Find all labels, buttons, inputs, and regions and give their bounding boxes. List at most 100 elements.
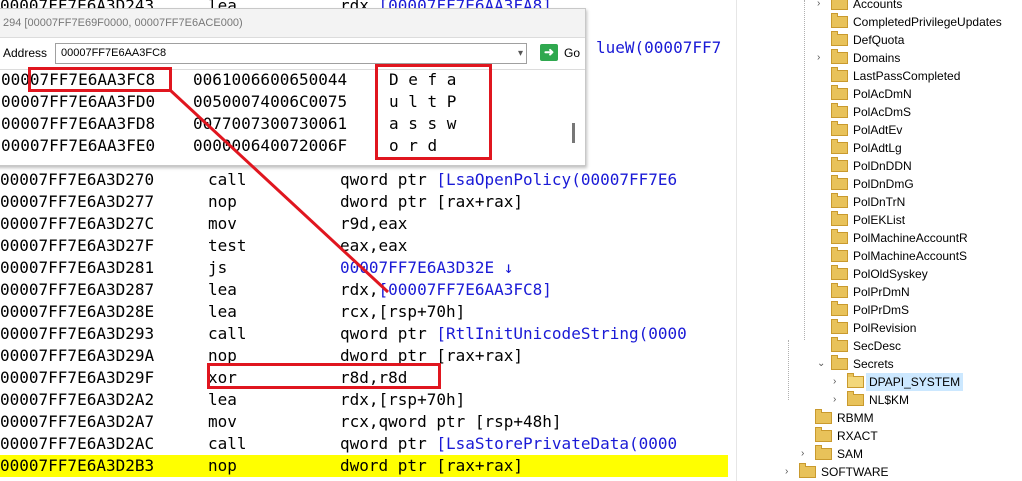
- tree-item[interactable]: RBMM: [737, 409, 1022, 427]
- instruction-mnemonic: lea: [208, 390, 237, 409]
- disasm-row[interactable]: 00007FF7E6A3D27C mov r9d,eax: [0, 213, 728, 235]
- disasm-row[interactable]: 00007FF7E6A3D2A7 mov rcx,qword ptr [rsp+48…: [0, 411, 728, 433]
- operand-link[interactable]: [LsaStorePrivateData(0000: [436, 434, 677, 453]
- tree-item[interactable]: › SAM: [737, 445, 1022, 463]
- folder-icon: [831, 229, 848, 244]
- chevron-right-icon[interactable]: ›: [817, 0, 820, 13]
- tree-item[interactable]: PolDnDDN: [737, 157, 1022, 175]
- disasm-row[interactable]: 00007FF7E6A3D287 lea rdx,[00007FF7E6AA3FC8…: [0, 279, 728, 301]
- disasm-row[interactable]: 00007FF7E6A3D2A2 lea rdx,[rsp+70h]: [0, 389, 728, 411]
- tree-item-label: PolAdtEv: [853, 123, 903, 137]
- tree-item-label: PolPrDmN: [853, 285, 910, 299]
- chevron-right-icon[interactable]: ›: [833, 391, 836, 409]
- operand-text: qword ptr: [340, 434, 437, 453]
- instruction-mnemonic: js: [208, 258, 228, 277]
- tree-item[interactable]: LastPassCompleted: [737, 67, 1022, 85]
- tree-item[interactable]: PolDnDmG: [737, 175, 1022, 193]
- chevron-down-icon[interactable]: ⌄: [817, 355, 825, 373]
- instruction-operand: qword ptr [LsaOpenPolicy(00007FF7E6: [340, 169, 677, 191]
- disasm-row[interactable]: 00007FF7E6A3D27F test eax,eax: [0, 235, 728, 257]
- chevron-down-icon[interactable]: ▾: [518, 44, 523, 63]
- tree-item[interactable]: PolMachineAccountR: [737, 229, 1022, 247]
- tree-item[interactable]: PolDnTrN: [737, 193, 1022, 211]
- instruction-operand: dword ptr [rax+rax]: [340, 455, 523, 477]
- disasm-row[interactable]: 00007FF7E6A3D2AC call qword ptr [LsaStoreP…: [0, 433, 728, 455]
- address-input[interactable]: 00007FF7E6AA3FC8 ▾: [55, 43, 527, 64]
- memory-window[interactable]: 294 [00007FF7E69F0000, 00007FF7E6ACE000)…: [0, 8, 586, 166]
- tree-item-label: PolRevision: [853, 321, 917, 335]
- go-button[interactable]: ➜ Go: [540, 43, 582, 63]
- folder-icon: [831, 67, 848, 82]
- instruction-operand: dword ptr [rax+rax]: [340, 191, 523, 213]
- disasm-row[interactable]: 00007FF7E6A3D281 js 00007FF7E6A3D32E ↓: [0, 257, 728, 279]
- scrollbar-thumb[interactable]: [572, 123, 575, 143]
- operand-text: dword ptr [rax+rax]: [340, 192, 524, 211]
- instruction-address: 00007FF7E6A3D2AC: [0, 434, 155, 453]
- operand-link[interactable]: [RtlInitUnicodeString(0000: [436, 324, 686, 343]
- tree-item[interactable]: › Domains: [737, 49, 1022, 67]
- memory-row[interactable]: 00007FF7E6AA3FE0 000000640072006F o r d: [0, 135, 565, 157]
- tree-item-label: SOFTWARE: [821, 465, 889, 479]
- instruction-mnemonic: nop: [208, 192, 237, 211]
- instruction-mnemonic: call: [208, 170, 247, 189]
- operand-text: dword ptr [rax+rax]: [340, 456, 524, 475]
- chevron-right-icon[interactable]: ›: [817, 49, 820, 67]
- instruction-address: 00007FF7E6A3D293: [0, 324, 155, 343]
- memory-hex: 00500074006C0075: [193, 92, 348, 111]
- operand-text: r8d,r8d: [340, 368, 408, 387]
- disasm-row[interactable]: 00007FF7E6A3D277 nop dword ptr [rax+rax]: [0, 191, 728, 213]
- tree-item-label: PolDnTrN: [853, 195, 906, 209]
- operand-link[interactable]: [LsaOpenPolicy(00007FF7E6: [436, 170, 677, 189]
- tree-item[interactable]: PolOldSyskey: [737, 265, 1022, 283]
- disasm-row[interactable]: 00007FF7E6A3D293 call qword ptr [RtlInitUn…: [0, 323, 728, 345]
- instruction-mnemonic: lea: [208, 302, 237, 321]
- tree-item[interactable]: PolRevision: [737, 319, 1022, 337]
- instruction-operand: eax,eax: [340, 235, 407, 257]
- tree-item-label: PolEKList: [853, 213, 906, 227]
- tree-item[interactable]: PolEKList: [737, 211, 1022, 229]
- disasm-row[interactable]: 00007FF7E6A3D29F xor r8d,r8d: [0, 367, 728, 389]
- disasm-row[interactable]: 00007FF7E6A3D270 call qword ptr [LsaOpenPo…: [0, 169, 728, 191]
- memory-scrollbar[interactable]: [565, 71, 583, 163]
- disasm-row[interactable]: 00007FF7E6A3D29A nop dword ptr [rax+rax]: [0, 345, 728, 367]
- tree-item[interactable]: RXACT: [737, 427, 1022, 445]
- tree-item[interactable]: › NL$KM: [737, 391, 1022, 409]
- tree-item-label: Secrets: [853, 357, 894, 371]
- tree-item[interactable]: › Accounts: [737, 0, 1022, 13]
- tree-item[interactable]: PolPrDmS: [737, 301, 1022, 319]
- operand-text: rdx,[rsp+70h]: [340, 390, 466, 409]
- chevron-right-icon[interactable]: ›: [801, 445, 804, 463]
- registry-tree[interactable]: › Accounts CompletedPrivilegeUpdates DefQuo…: [736, 0, 1022, 481]
- tree-item[interactable]: SecDesc: [737, 337, 1022, 355]
- chevron-right-icon[interactable]: ›: [785, 463, 788, 481]
- tree-item[interactable]: PolAdtLg: [737, 139, 1022, 157]
- memory-row[interactable]: 00007FF7E6AA3FC8 0061006600650044 D e f a: [0, 69, 565, 91]
- tree-item[interactable]: DefQuota: [737, 31, 1022, 49]
- tree-item[interactable]: PolAcDmS: [737, 103, 1022, 121]
- memory-row[interactable]: 00007FF7E6AA3FD0 00500074006C0075 u l t P: [0, 91, 565, 113]
- tree-item[interactable]: PolAdtEv: [737, 121, 1022, 139]
- memory-window-title: 294 [00007FF7E69F0000, 00007FF7E6ACE000): [0, 9, 585, 38]
- operand-link[interactable]: [00007FF7E6AA3FC8]: [379, 280, 552, 299]
- tree-item-label: SecDesc: [853, 339, 902, 353]
- current-instruction-row[interactable]: 00007FF7E6A3D2B3 nop dword ptr [rax+rax]: [0, 455, 728, 477]
- instruction-mnemonic: nop: [208, 456, 237, 475]
- operand-link[interactable]: 00007FF7E6A3D32E: [340, 258, 494, 277]
- instruction-operand: r8d,r8d: [340, 367, 407, 389]
- instruction-address: 00007FF7E6A3D281: [0, 258, 155, 277]
- chevron-right-icon[interactable]: ›: [833, 373, 836, 391]
- tree-item[interactable]: › DPAPI_SYSTEM: [737, 373, 1022, 391]
- tree-item[interactable]: PolPrDmN: [737, 283, 1022, 301]
- memory-ascii: o r d: [389, 136, 438, 155]
- tree-item[interactable]: PolAcDmN: [737, 85, 1022, 103]
- tree-item[interactable]: ⌄ Secrets: [737, 355, 1022, 373]
- tree-item-label: PolMachineAccountR: [853, 231, 968, 245]
- memory-row[interactable]: 00007FF7E6AA3FD8 0077007300730061 a s s w: [0, 113, 565, 135]
- tree-item[interactable]: › SOFTWARE: [737, 463, 1022, 481]
- memory-address: 00007FF7E6AA3FE0: [1, 136, 156, 155]
- operand-fragment: lueW(00007FF7: [596, 38, 722, 57]
- folder-icon: [831, 265, 848, 280]
- tree-item[interactable]: CompletedPrivilegeUpdates: [737, 13, 1022, 31]
- disasm-row[interactable]: 00007FF7E6A3D28E lea rcx,[rsp+70h]: [0, 301, 728, 323]
- tree-item[interactable]: PolMachineAccountS: [737, 247, 1022, 265]
